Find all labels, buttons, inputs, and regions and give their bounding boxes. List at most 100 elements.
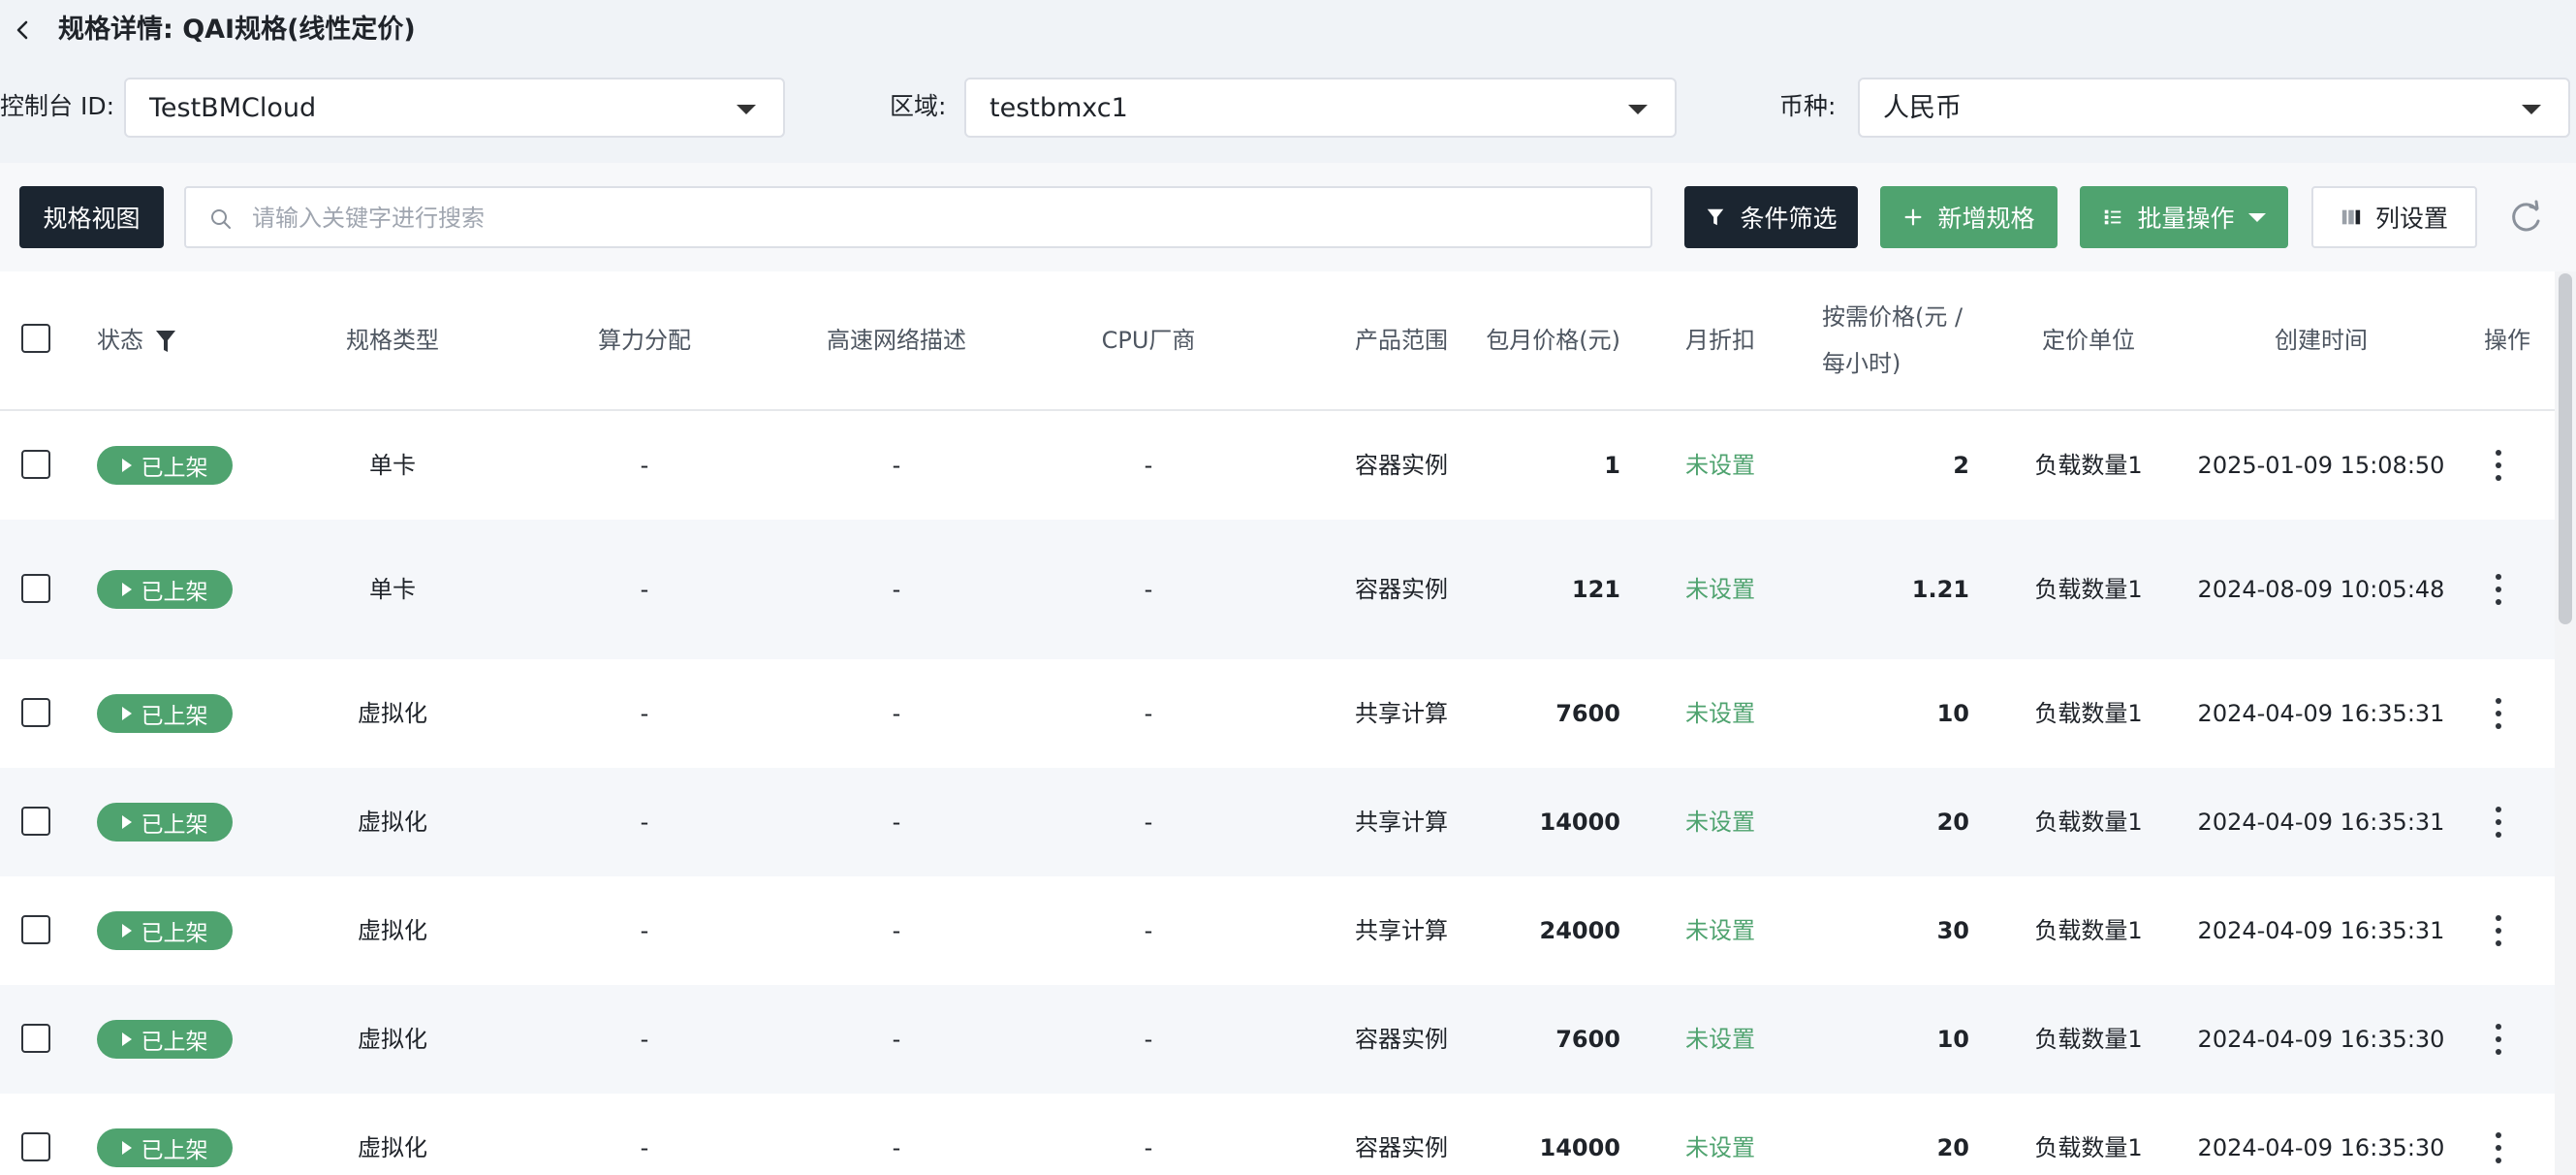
column-settings-label: 列设置 (2374, 205, 2448, 233)
cell-cpu: - (1144, 1026, 1153, 1053)
status-badge: 已上架 (97, 803, 233, 842)
cell-network: - (892, 700, 901, 727)
cell-ondemand-price: 10 (1936, 700, 1969, 727)
col-pricing-unit: 定价单位 (2042, 327, 2135, 354)
cell-scope: 共享计算 (1355, 809, 1448, 836)
col-status[interactable]: 状态 (97, 318, 176, 363)
column-settings-button[interactable]: 列设置 (2311, 186, 2477, 248)
cell-network: - (892, 1026, 901, 1053)
cell-cpu: - (1144, 700, 1153, 727)
cell-created: 2024-04-09 16:35:30 (2197, 1026, 2445, 1053)
cell-unit: 负载数量1 (2034, 1134, 2143, 1161)
page-header: 规格详情: QAI规格(线性定价) (0, 0, 2576, 60)
table-header: 状态 规格类型 算力分配 高速网络描述 CPU厂商 产品范围 包月价格(元) 月… (0, 271, 2555, 411)
table-row: 已上架 虚拟化 - - - 容器实例 7600 未设置 10 负载数量1 202… (0, 985, 2555, 1094)
cell-created: 2024-04-09 16:35:31 (2197, 700, 2445, 727)
cell-ondemand-price: 1.21 (1911, 576, 1969, 603)
cell-type: 虚拟化 (358, 809, 427, 836)
add-spec-button[interactable]: 新增规格 (1880, 186, 2058, 248)
back-arrow-icon[interactable] (10, 16, 37, 44)
cell-ondemand-price: 2 (1953, 452, 1969, 479)
region-value: testbmxc1 (990, 93, 1128, 123)
more-actions-icon[interactable] (2487, 1020, 2510, 1059)
chevron-down-icon (2522, 105, 2541, 114)
console-id-select[interactable]: TestBMCloud (124, 78, 785, 138)
currency-value: 人民币 (1883, 93, 1962, 123)
play-icon (121, 1141, 132, 1155)
play-icon (121, 1032, 132, 1046)
row-checkbox[interactable] (21, 1132, 50, 1161)
cell-unit: 负载数量1 (2034, 917, 2143, 944)
row-checkbox[interactable] (21, 807, 50, 836)
cell-created: 2024-04-09 16:35:31 (2197, 917, 2445, 944)
condition-filter-button[interactable]: 条件筛选 (1684, 186, 1858, 248)
cell-created: 2025-01-09 15:08:50 (2197, 452, 2445, 479)
scrollbar-thumb[interactable] (2559, 273, 2572, 624)
chevron-down-icon (737, 105, 756, 114)
more-actions-icon[interactable] (2487, 803, 2510, 842)
status-badge: 已上架 (97, 1128, 233, 1167)
table-row: 已上架 虚拟化 - - - 共享计算 14000 未设置 20 负载数量1 20… (0, 768, 2555, 876)
spec-table: 状态 规格类型 算力分配 高速网络描述 CPU厂商 产品范围 包月价格(元) 月… (0, 271, 2555, 1175)
search-box (184, 186, 1652, 248)
batch-operations-button[interactable]: 批量操作 (2080, 186, 2288, 248)
status-badge: 已上架 (97, 446, 233, 485)
condition-filter-label: 条件筛选 (1740, 205, 1838, 233)
cell-monthly-price: 121 (1571, 576, 1620, 603)
more-actions-icon[interactable] (2487, 911, 2510, 950)
col-type: 规格类型 (346, 327, 439, 354)
cell-scope: 容器实例 (1355, 1026, 1448, 1053)
cell-network: - (892, 452, 901, 479)
col-ondemand-price-line1: 按需价格(元 / (1822, 303, 1963, 331)
cell-discount: 未设置 (1685, 809, 1755, 836)
region-select[interactable]: testbmxc1 (964, 78, 1677, 138)
filter-funnel-icon[interactable] (155, 329, 176, 354)
row-checkbox[interactable] (21, 698, 50, 727)
spec-view-button[interactable]: 规格视图 (19, 186, 164, 248)
row-checkbox[interactable] (21, 1024, 50, 1053)
cell-alloc: - (640, 700, 649, 727)
cell-discount: 未设置 (1685, 700, 1755, 727)
cell-cpu: - (1144, 917, 1153, 944)
more-actions-icon[interactable] (2487, 446, 2510, 485)
row-checkbox[interactable] (21, 574, 50, 603)
select-all-checkbox[interactable] (21, 324, 50, 353)
row-checkbox[interactable] (21, 450, 50, 479)
table-row: 已上架 虚拟化 - - - 共享计算 7600 未设置 10 负载数量1 202… (0, 659, 2555, 768)
refresh-icon[interactable] (2506, 198, 2545, 237)
cell-unit: 负载数量1 (2034, 809, 2143, 836)
more-actions-icon[interactable] (2487, 1128, 2510, 1167)
cell-created: 2024-08-09 10:05:48 (2197, 576, 2445, 603)
cell-type: 虚拟化 (358, 1134, 427, 1161)
play-icon (121, 707, 132, 720)
status-badge: 已上架 (97, 911, 233, 950)
cell-cpu: - (1144, 452, 1153, 479)
more-actions-icon[interactable] (2487, 694, 2510, 733)
cell-monthly-price: 1 (1604, 452, 1620, 479)
cell-created: 2024-04-09 16:35:31 (2197, 809, 2445, 836)
columns-icon (2341, 209, 2361, 225)
cell-ondemand-price: 30 (1936, 917, 1969, 944)
cell-type: 虚拟化 (358, 700, 427, 727)
cell-alloc: - (640, 917, 649, 944)
cell-discount: 未设置 (1685, 917, 1755, 944)
status-badge: 已上架 (97, 694, 233, 733)
cell-scope: 容器实例 (1355, 452, 1448, 479)
row-checkbox[interactable] (21, 915, 50, 944)
cell-scope: 共享计算 (1355, 700, 1448, 727)
add-spec-label: 新增规格 (1937, 205, 2035, 233)
cell-network: - (892, 809, 901, 836)
cell-network: - (892, 1134, 901, 1161)
play-icon (121, 815, 132, 829)
more-actions-icon[interactable] (2487, 570, 2510, 609)
cell-network: - (892, 576, 901, 603)
cell-monthly-price: 7600 (1555, 700, 1620, 727)
currency-select[interactable]: 人民币 (1858, 78, 2570, 138)
col-monthly-discount: 月折扣 (1685, 327, 1755, 354)
cell-cpu: - (1144, 1134, 1153, 1161)
batch-operations-label: 批量操作 (2137, 205, 2235, 233)
search-input[interactable] (250, 196, 1630, 240)
cell-alloc: - (640, 1134, 649, 1161)
list-icon (2105, 209, 2121, 225)
cell-monthly-price: 14000 (1539, 809, 1621, 836)
